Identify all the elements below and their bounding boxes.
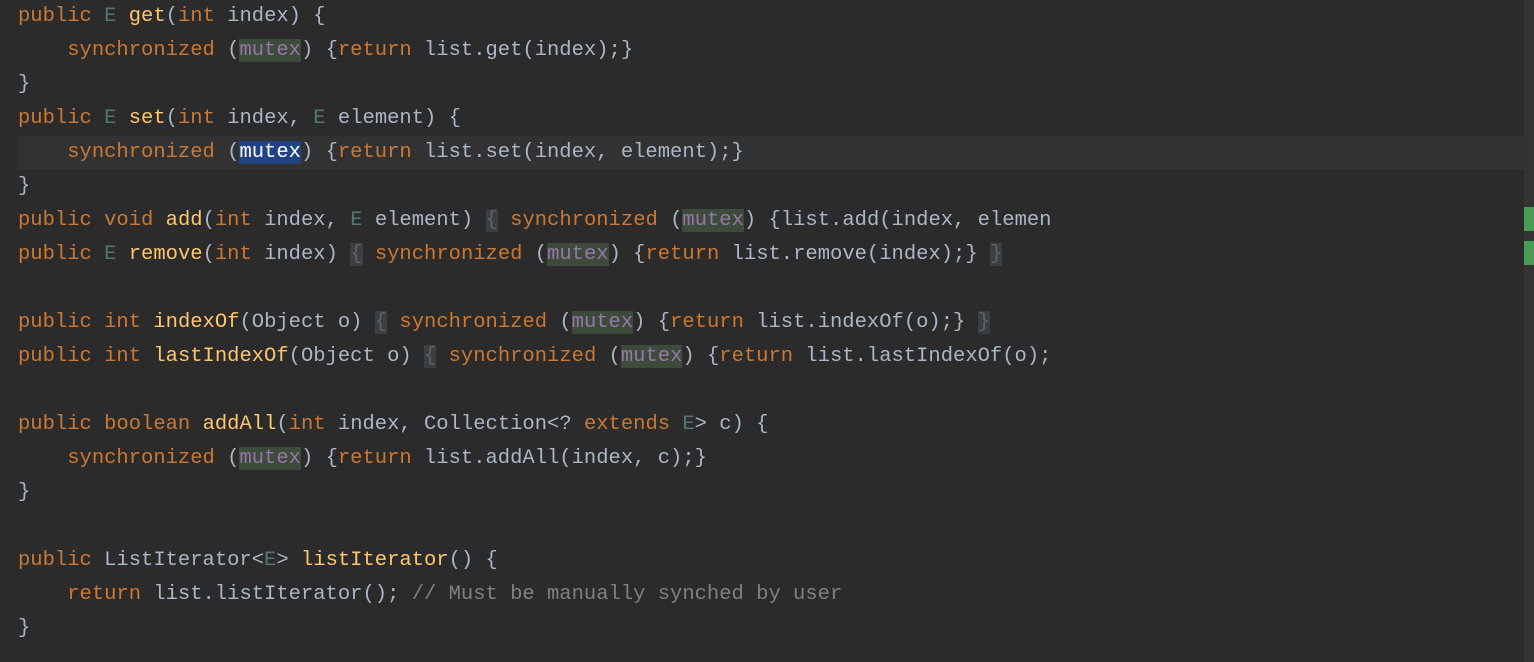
mutex-identifier: mutex	[572, 311, 634, 334]
line-comment: // Must be manually synched by user	[412, 583, 843, 606]
keyword-synchronized: synchronized	[67, 141, 215, 164]
close-brace: }	[18, 481, 30, 504]
mutex-identifier: mutex	[682, 209, 744, 232]
method-name-remove: remove	[129, 243, 203, 266]
keyword-extends: extends	[584, 413, 670, 436]
method-name-set: set	[129, 107, 166, 130]
generic-type: E	[104, 5, 116, 28]
code-line[interactable]: synchronized (mutex) {return list.addAll…	[18, 442, 1534, 476]
method-name-get: get	[129, 5, 166, 28]
keyword-void: void	[104, 209, 153, 232]
vcs-gutter[interactable]	[1524, 0, 1534, 662]
mutex-identifier: mutex	[621, 345, 683, 368]
keyword-int: int	[104, 345, 141, 368]
fold-brace[interactable]: {	[350, 243, 362, 266]
code-line[interactable]: public void add(int index, E element) { …	[18, 204, 1534, 238]
keyword-synchronized: synchronized	[510, 209, 658, 232]
mutex-identifier: mutex	[239, 39, 301, 62]
keyword-synchronized: synchronized	[449, 345, 597, 368]
keyword-boolean: boolean	[104, 413, 190, 436]
code-line-empty[interactable]	[18, 272, 1534, 306]
fold-brace[interactable]: {	[486, 209, 498, 232]
keyword-int: int	[104, 311, 141, 334]
code-line[interactable]: public E set(int index, E element) {	[18, 102, 1534, 136]
keyword-synchronized: synchronized	[399, 311, 547, 334]
keyword-synchronized: synchronized	[375, 243, 523, 266]
code-line[interactable]: }	[18, 612, 1534, 646]
fold-brace[interactable]: }	[978, 311, 990, 334]
close-brace: }	[18, 175, 30, 198]
code-line[interactable]: }	[18, 68, 1534, 102]
code-line[interactable]: }	[18, 476, 1534, 510]
method-name-addall: addAll	[203, 413, 277, 436]
keyword-int: int	[215, 209, 252, 232]
generic-type: E	[104, 243, 116, 266]
keyword-int: int	[215, 243, 252, 266]
code-line[interactable]: public ListIterator<E> listIterator() {	[18, 544, 1534, 578]
mutex-identifier: mutex	[239, 447, 301, 470]
fold-brace[interactable]: {	[424, 345, 436, 368]
mutex-identifier: mutex	[547, 243, 609, 266]
code-editor[interactable]: public E get(int index) { synchronized (…	[0, 0, 1534, 662]
generic-type: E	[264, 549, 276, 572]
close-brace: }	[18, 617, 30, 640]
keyword-public: public	[18, 107, 92, 130]
keyword-public: public	[18, 549, 92, 572]
keyword-return: return	[338, 39, 412, 62]
vcs-change-marker[interactable]	[1524, 241, 1534, 265]
code-line[interactable]: public int indexOf(Object o) { synchroni…	[18, 306, 1534, 340]
code-line[interactable]: synchronized (mutex) {return list.get(in…	[18, 34, 1534, 68]
code-line-empty[interactable]	[18, 374, 1534, 408]
keyword-public: public	[18, 311, 92, 334]
method-name-add: add	[166, 209, 203, 232]
close-brace: }	[18, 73, 30, 96]
keyword-public: public	[18, 5, 92, 28]
keyword-return: return	[719, 345, 793, 368]
generic-type: E	[670, 413, 695, 436]
code-line-current[interactable]: synchronized (mutex) {return list.set(in…	[18, 136, 1534, 170]
generic-type: E	[350, 209, 362, 232]
generic-type: E	[313, 107, 325, 130]
keyword-return: return	[338, 141, 412, 164]
mutex-selected: mutex	[239, 141, 301, 164]
method-name-listiterator: listIterator	[301, 549, 449, 572]
code-line[interactable]: public E remove(int index) { synchronize…	[18, 238, 1534, 272]
keyword-return: return	[645, 243, 719, 266]
generic-type: E	[104, 107, 116, 130]
code-line-empty[interactable]	[18, 510, 1534, 544]
fold-brace[interactable]: }	[990, 243, 1002, 266]
keyword-synchronized: synchronized	[67, 39, 215, 62]
code-line[interactable]: return list.listIterator(); // Must be m…	[18, 578, 1534, 612]
code-line[interactable]: public E get(int index) {	[18, 0, 1534, 34]
keyword-int: int	[289, 413, 326, 436]
keyword-return: return	[670, 311, 744, 334]
code-line[interactable]: public boolean addAll(int index, Collect…	[18, 408, 1534, 442]
keyword-return: return	[338, 447, 412, 470]
keyword-public: public	[18, 243, 92, 266]
keyword-public: public	[18, 413, 92, 436]
keyword-return: return	[67, 583, 141, 606]
method-name-indexof: indexOf	[153, 311, 239, 334]
code-line[interactable]: }	[18, 170, 1534, 204]
vcs-change-marker[interactable]	[1524, 207, 1534, 231]
keyword-public: public	[18, 345, 92, 368]
keyword-synchronized: synchronized	[67, 447, 215, 470]
keyword-int: int	[178, 5, 215, 28]
code-line[interactable]: public int lastIndexOf(Object o) { synch…	[18, 340, 1534, 374]
keyword-public: public	[18, 209, 92, 232]
method-name-lastindexof: lastIndexOf	[153, 345, 288, 368]
fold-brace[interactable]: {	[375, 311, 387, 334]
keyword-int: int	[178, 107, 215, 130]
